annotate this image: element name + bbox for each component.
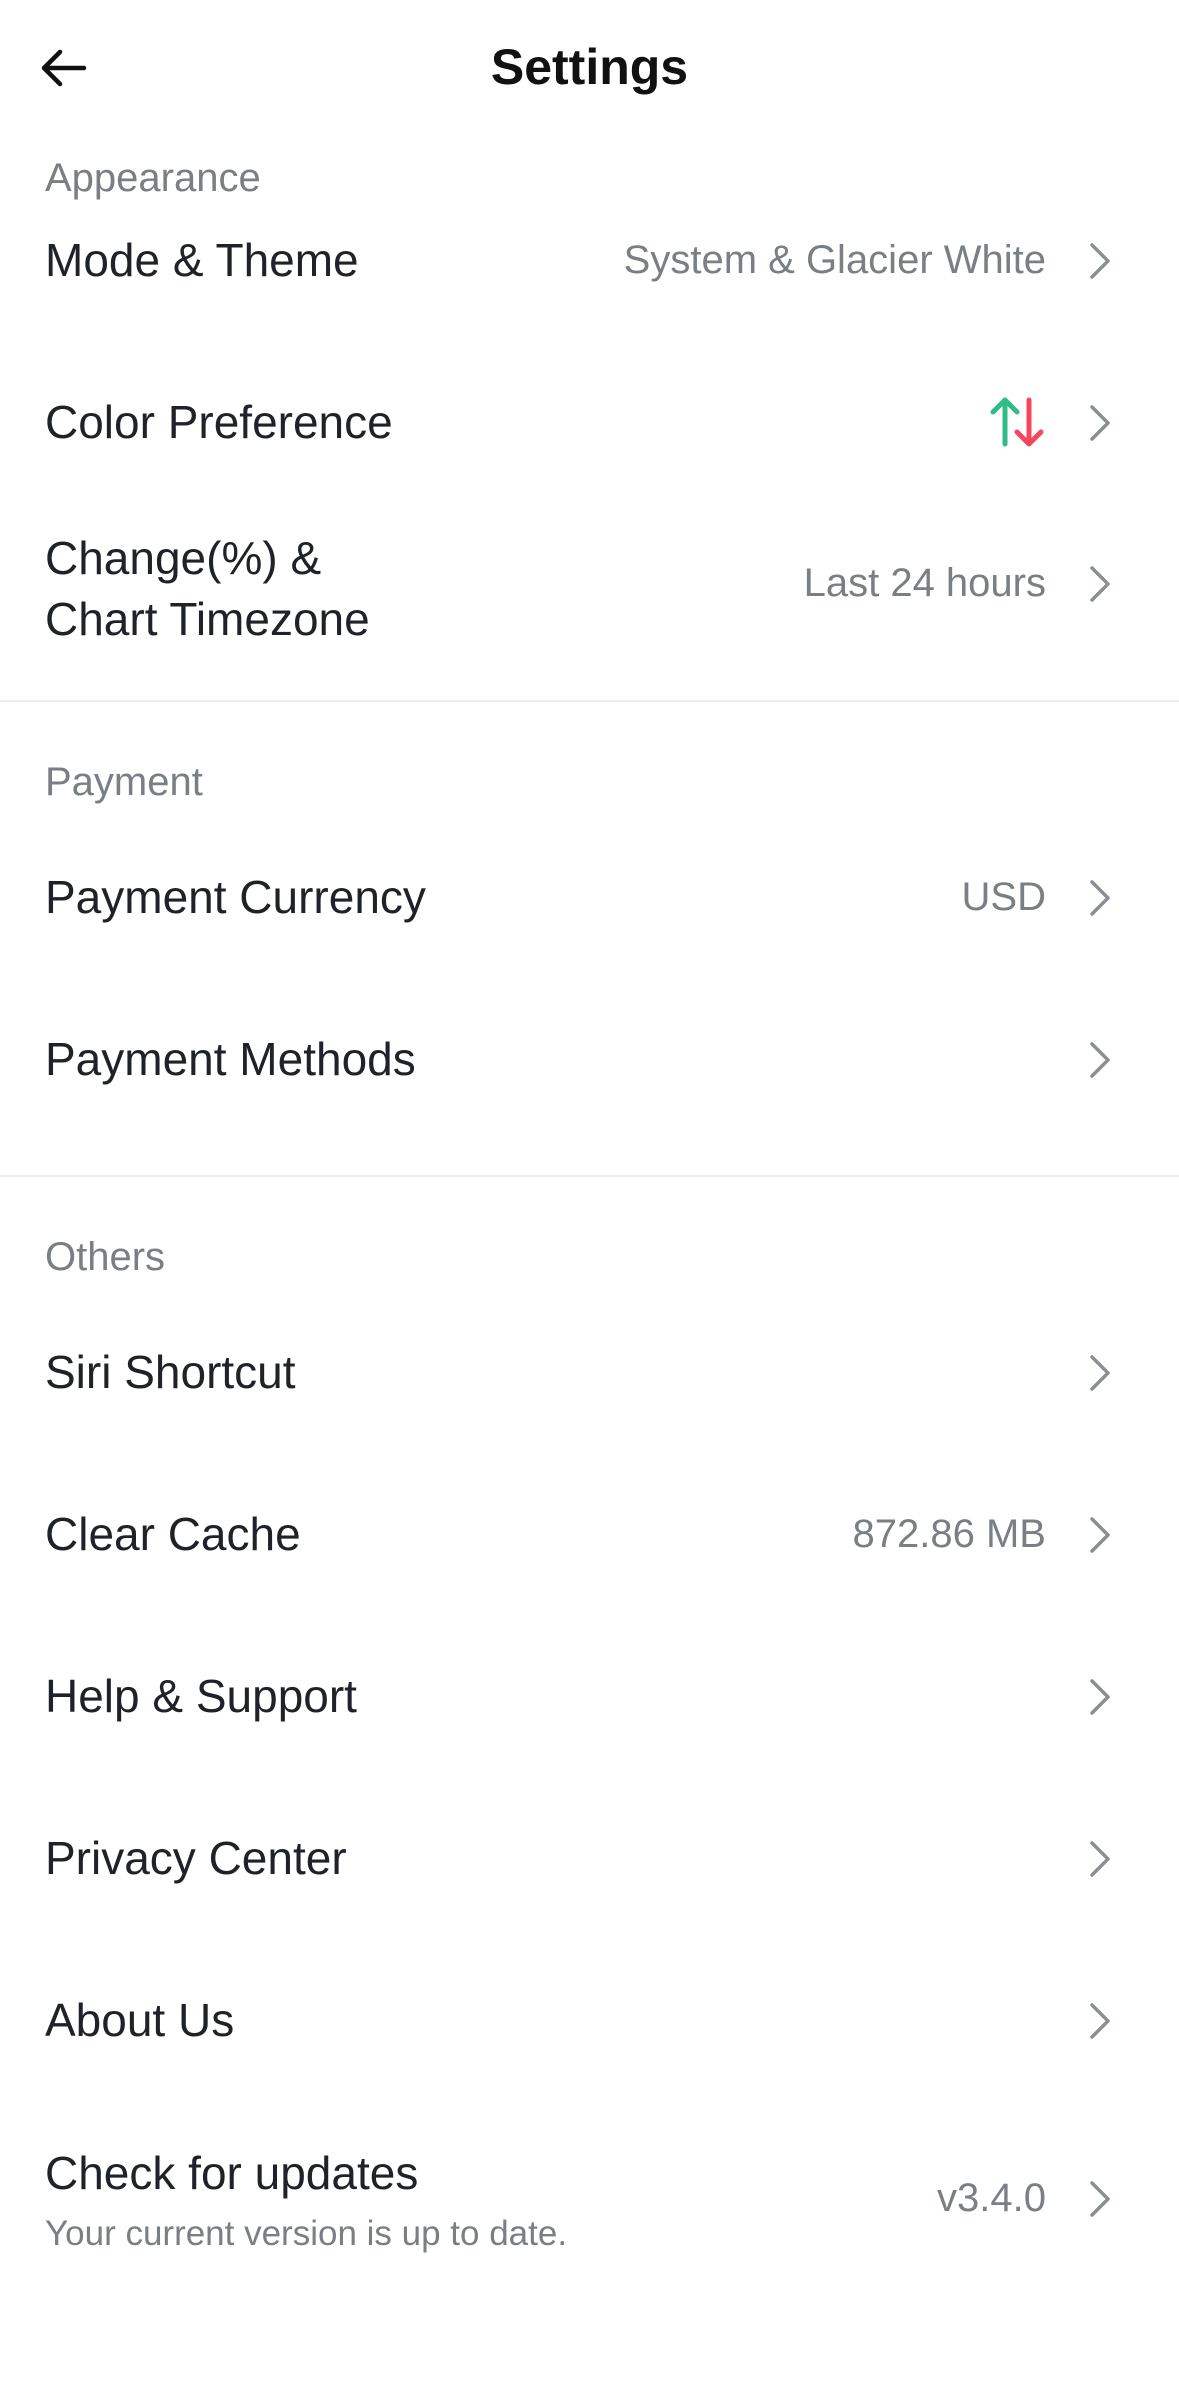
row-payment-currency[interactable]: Payment Currency USD <box>0 837 1179 957</box>
row-value: USD <box>961 875 1046 919</box>
chevron-right-icon <box>1090 1679 1110 1715</box>
row-privacy-center[interactable]: Privacy Center <box>0 1798 1179 1918</box>
row-label-line1: Change(%) & <box>45 532 322 584</box>
row-label: Help & Support <box>45 1670 357 1722</box>
row-label: Payment Methods <box>45 1033 416 1085</box>
row-label: Mode & Theme <box>45 234 359 286</box>
row-payment-methods[interactable]: Payment Methods <box>0 999 1179 1119</box>
up-down-arrows-icon <box>990 397 1044 447</box>
row-label: Payment Currency <box>45 871 426 923</box>
chevron-right-icon <box>1090 405 1110 441</box>
chevron-right-icon <box>1090 566 1110 602</box>
section-label-others: Others <box>45 1235 166 1279</box>
row-help-support[interactable]: Help & Support <box>0 1636 1179 1756</box>
row-label: Check for updates <box>45 2147 419 2199</box>
chevron-right-icon <box>1090 1841 1110 1877</box>
chevron-right-icon <box>1090 1042 1110 1078</box>
chevron-right-icon <box>1090 1355 1110 1391</box>
row-label-line2: Chart Timezone <box>45 593 370 645</box>
section-label-appearance: Appearance <box>45 156 261 200</box>
row-siri-shortcut[interactable]: Siri Shortcut <box>0 1312 1179 1432</box>
row-mode-theme[interactable]: Mode & Theme System & Glacier White <box>0 200 1179 320</box>
chevron-right-icon <box>1090 2003 1110 2039</box>
row-check-updates[interactable]: Check for updates Your current version i… <box>0 2122 1179 2272</box>
section-label-payment: Payment <box>45 760 203 804</box>
row-label: Privacy Center <box>45 1832 347 1884</box>
row-value: v3.4.0 <box>937 2176 1046 2220</box>
row-subtext: Your current version is up to date. <box>45 2214 568 2253</box>
row-color-preference[interactable]: Color Preference <box>0 362 1179 482</box>
row-label: About Us <box>45 1994 235 2046</box>
chevron-right-icon <box>1090 1517 1110 1553</box>
row-change-timezone[interactable]: Change(%) & Chart Timezone Last 24 hours <box>0 515 1179 665</box>
divider <box>0 700 1179 702</box>
page-title: Settings <box>490 39 689 95</box>
row-clear-cache[interactable]: Clear Cache 872.86 MB <box>0 1474 1179 1594</box>
row-value: 872.86 MB <box>852 1512 1046 1556</box>
chevron-right-icon <box>1090 880 1110 916</box>
chevron-right-icon <box>1090 243 1110 279</box>
row-label: Siri Shortcut <box>45 1346 296 1398</box>
row-value: System & Glacier White <box>623 238 1046 282</box>
chevron-right-icon <box>1090 2181 1110 2217</box>
row-label: Clear Cache <box>45 1508 301 1560</box>
row-label: Color Preference <box>45 396 393 448</box>
row-about-us[interactable]: About Us <box>0 1960 1179 2080</box>
divider <box>0 1175 1179 1177</box>
header: Settings <box>0 0 1179 135</box>
row-value: Last 24 hours <box>803 561 1046 605</box>
